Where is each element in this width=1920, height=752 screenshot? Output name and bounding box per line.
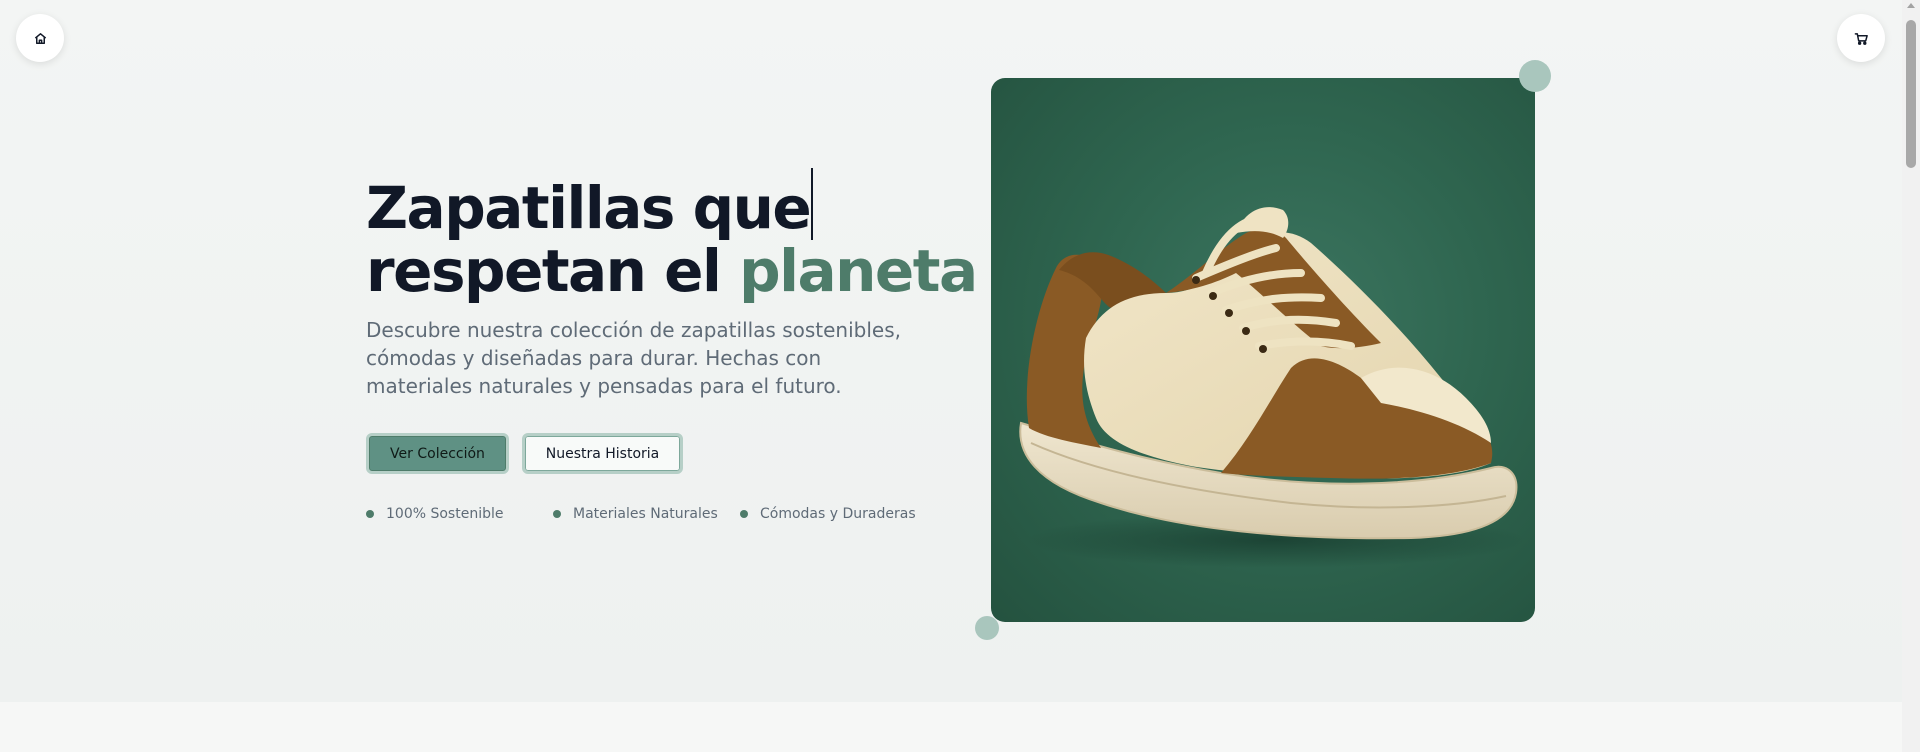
feature-label: Materiales Naturales: [573, 506, 718, 522]
decorative-circle: [975, 616, 999, 640]
page: Zapatillas que respetan el planeta Descu…: [0, 0, 1902, 752]
text-caret: [811, 168, 814, 240]
bullet-dot-icon: [740, 510, 748, 518]
headline-text-1: Zapatillas que: [366, 174, 812, 242]
sneaker-illustration: [1019, 207, 1526, 568]
scroll-up-arrow-icon[interactable]: [1907, 3, 1915, 8]
headline-text-2: respetan el: [366, 237, 740, 305]
cart-button[interactable]: [1837, 14, 1885, 62]
feature-label: Cómodas y Duraderas: [760, 506, 916, 522]
headline-accent: planeta: [739, 237, 978, 305]
feature-item: 100% Sostenible: [366, 506, 503, 522]
hero-section: Zapatillas que respetan el planeta Descu…: [0, 0, 1902, 702]
home-button[interactable]: [16, 14, 64, 62]
feature-item: Cómodas y Duraderas: [740, 506, 916, 522]
hero-description: Descubre nuestra colección de zapatillas…: [366, 318, 901, 398]
product-image: [991, 78, 1535, 622]
feature-item: Materiales Naturales: [553, 506, 718, 522]
our-story-button[interactable]: Nuestra Historia: [522, 433, 683, 474]
bullet-dot-icon: [553, 510, 561, 518]
next-section: [0, 702, 1902, 752]
scrollbar-thumb[interactable]: [1906, 20, 1916, 168]
headline-line-2: respetan el planeta: [366, 240, 986, 302]
scrollbar[interactable]: [1902, 0, 1920, 752]
headline-line-1: Zapatillas que: [366, 168, 986, 240]
bullet-dot-icon: [366, 510, 374, 518]
feature-label: 100% Sostenible: [386, 506, 504, 522]
cart-icon: [1854, 32, 1868, 45]
decorative-circle: [1519, 60, 1551, 92]
feature-list: 100% Sostenible Materiales Naturales Cóm…: [366, 506, 926, 526]
view-collection-button[interactable]: Ver Colección: [366, 433, 509, 474]
hero-headline: Zapatillas que respetan el planeta: [366, 168, 986, 302]
home-icon: [34, 32, 46, 44]
